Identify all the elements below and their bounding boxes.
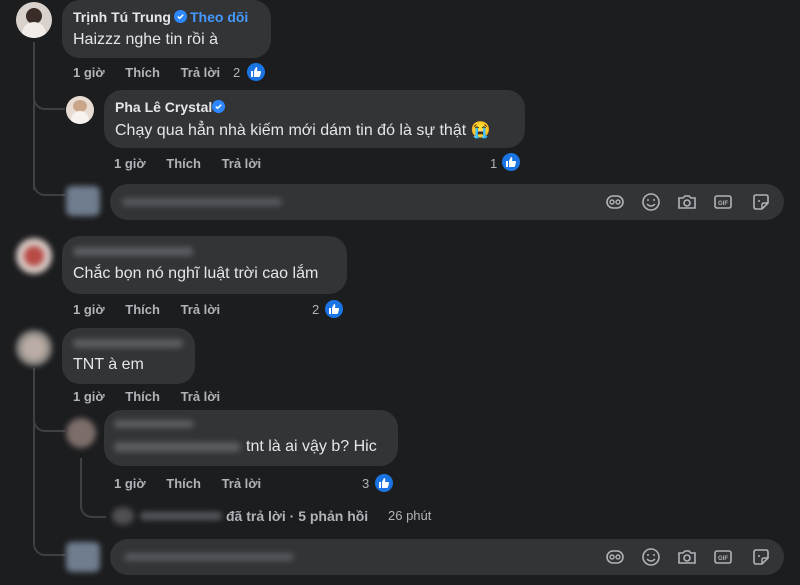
reply-placeholder: [124, 553, 294, 561]
verified-badge-icon: [174, 10, 187, 23]
like-count[interactable]: 3: [362, 476, 369, 491]
reply-avatar: [112, 507, 134, 525]
avatar[interactable]: [16, 238, 52, 274]
like-count[interactable]: 2: [233, 65, 240, 80]
reply-button[interactable]: Trả lời: [222, 156, 262, 171]
like-reaction-icon[interactable]: [500, 151, 522, 173]
reply-placeholder: [122, 198, 282, 206]
comment-text: Chạy qua hẳn nhà kiếm mới dám tin đó là …: [115, 122, 491, 139]
thread-connector: [33, 84, 65, 110]
comment-author[interactable]: [114, 420, 194, 428]
sticker-icon[interactable]: [750, 191, 772, 213]
like-button[interactable]: Thích: [125, 65, 160, 80]
avatar[interactable]: [16, 330, 52, 366]
avatar: [66, 186, 100, 216]
like-button[interactable]: Thích: [125, 302, 160, 317]
avatar: [66, 542, 100, 572]
avatar[interactable]: [16, 2, 52, 38]
emoji-sticker-icon[interactable]: [604, 191, 626, 213]
comment-text: Haizzz nghe tin rồi à: [73, 31, 218, 48]
comment-author[interactable]: Trịnh Tú Trung: [73, 9, 171, 25]
verified-badge-icon: [212, 100, 225, 113]
like-count[interactable]: 2: [312, 302, 319, 317]
like-reaction-icon[interactable]: [245, 61, 267, 83]
comment-text: Chắc bọn nó nghĩ luật trời cao lắm: [73, 265, 319, 282]
like-button[interactable]: Thích: [166, 476, 201, 491]
comment-time[interactable]: 1 giờ: [73, 389, 105, 404]
comment-author[interactable]: [73, 247, 193, 256]
svg-text:GIF: GIF: [718, 201, 728, 207]
mentioned-user[interactable]: [114, 442, 240, 452]
comment-actions: 1 giờ Thích Trả lời: [114, 476, 278, 491]
thread-connector: [33, 170, 65, 196]
comment-text: TNT à em: [73, 356, 144, 373]
follow-link[interactable]: Theo dõi: [190, 9, 248, 25]
comment-time[interactable]: 1 giờ: [114, 156, 146, 171]
thread-line: [33, 42, 35, 190]
thread-line: [80, 458, 82, 498]
comment-actions: 1 giờ Thích Trả lời: [73, 389, 237, 404]
gif-icon[interactable]: GIF: [712, 191, 734, 213]
camera-icon[interactable]: [676, 191, 698, 213]
like-button[interactable]: Thích: [125, 389, 160, 404]
camera-icon[interactable]: [676, 546, 698, 568]
thread-connector: [33, 530, 65, 556]
like-reaction-icon[interactable]: [323, 298, 345, 320]
comment-time[interactable]: 1 giờ: [73, 302, 105, 317]
avatar[interactable]: [66, 418, 96, 448]
comment-actions: 1 giờ Thích Trả lời: [73, 65, 237, 80]
gif-icon[interactable]: GIF: [712, 546, 734, 568]
comment-time[interactable]: 1 giờ: [73, 65, 105, 80]
like-reaction-icon[interactable]: [373, 472, 395, 494]
thread-line: [33, 368, 35, 538]
comment-time[interactable]: 1 giờ: [114, 476, 146, 491]
comment-actions: 1 giờ Thích Trả lời: [114, 156, 278, 171]
like-button[interactable]: Thích: [166, 156, 201, 171]
avatar[interactable]: [66, 96, 94, 124]
like-count[interactable]: 1: [490, 156, 497, 171]
comment-author[interactable]: Pha Lê Crystal: [115, 99, 212, 115]
reply-author[interactable]: [140, 512, 222, 520]
reply-button[interactable]: Trả lời: [181, 389, 221, 404]
reply-button[interactable]: Trả lời: [222, 476, 262, 491]
reply-button[interactable]: Trả lời: [181, 302, 221, 317]
emoji-sticker-icon[interactable]: [604, 546, 626, 568]
reply-time: 26 phút: [388, 508, 432, 523]
smiley-icon[interactable]: [640, 191, 662, 213]
comment-text: tnt là ai vậy b? Hic: [246, 438, 377, 455]
smiley-icon[interactable]: [640, 546, 662, 568]
thread-connector: [33, 406, 65, 432]
reply-button[interactable]: Trả lời: [181, 65, 221, 80]
svg-text:GIF: GIF: [718, 556, 728, 562]
sticker-icon[interactable]: [750, 546, 772, 568]
comment-author[interactable]: [73, 339, 183, 348]
comment-actions: 1 giờ Thích Trả lời: [73, 302, 237, 317]
view-replies-link[interactable]: đã trả lời · 5 phản hồi: [226, 508, 368, 524]
thread-connector: [80, 496, 106, 518]
